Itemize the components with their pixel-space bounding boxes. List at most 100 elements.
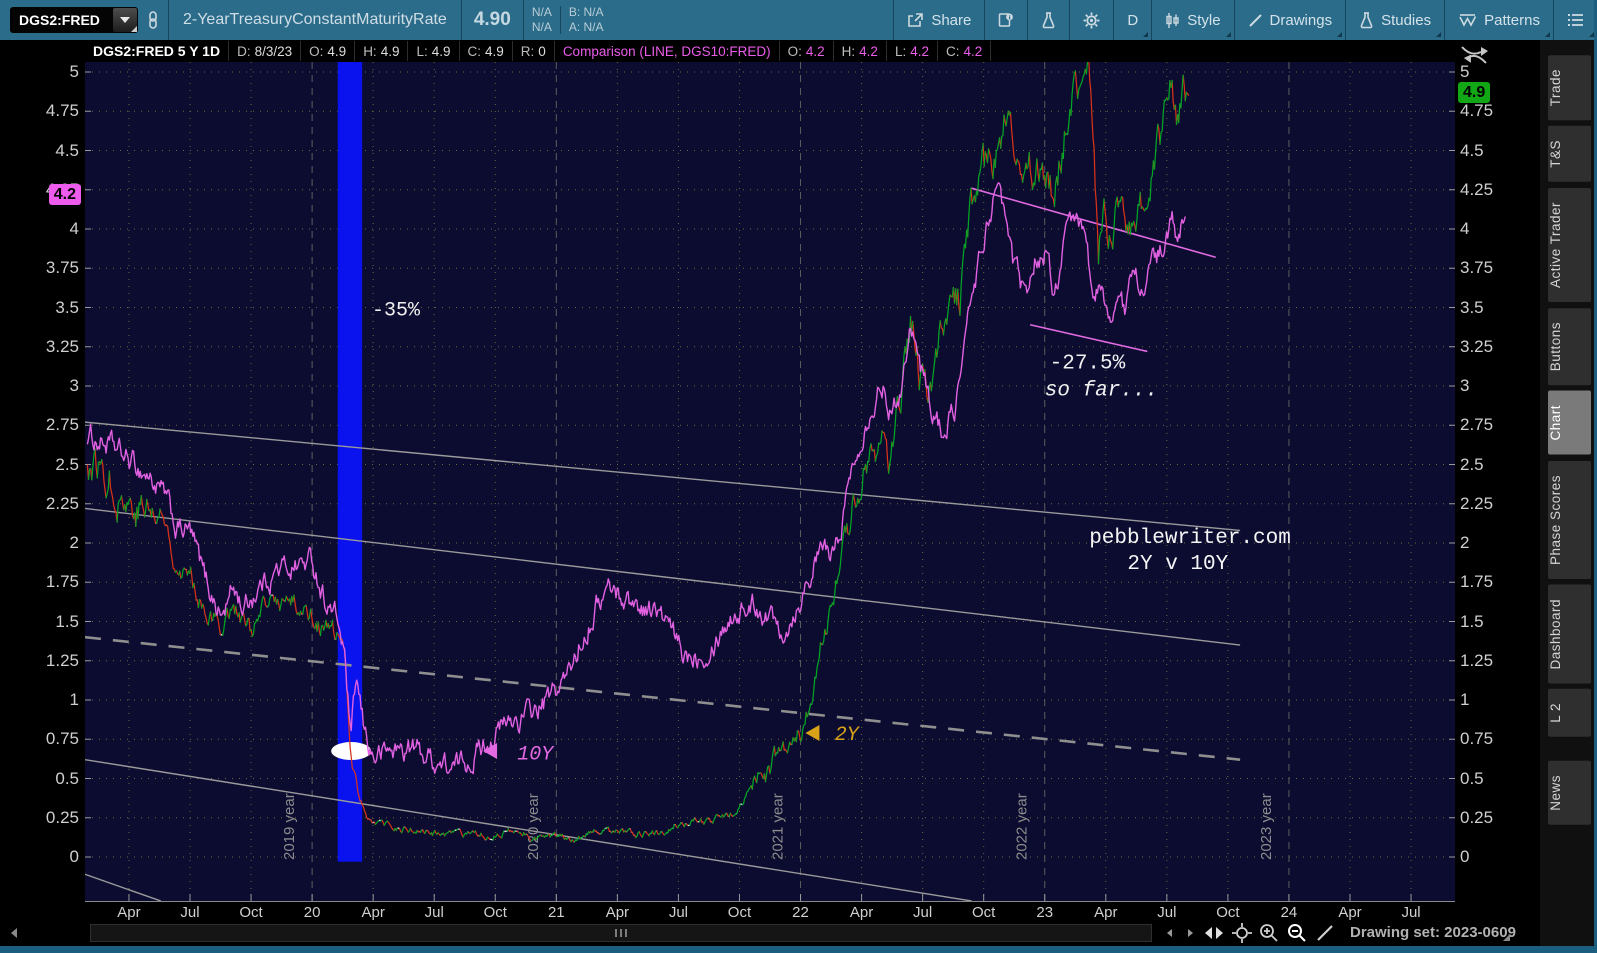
comparison-field: H: 4.2 [833,41,887,61]
sidebar-tab-news[interactable]: News [1548,761,1591,825]
x-axis-label: Jul [913,904,933,921]
y-axis-label: 2.5 [1460,454,1484,474]
notes-button[interactable] [984,0,1027,40]
sidebar-tab-chart[interactable]: Chart [1548,391,1591,455]
y-axis-label: 0.75 [1460,729,1494,749]
x-axis-label: Apr [117,904,141,921]
time-scrollbar[interactable] [90,924,1152,942]
sidebar-tab-l-2[interactable]: L 2 [1548,689,1591,738]
symbol-corner-grip-icon [131,26,137,32]
x-axis-label: Oct [1216,904,1240,921]
comparison-field: O: 4.2 [779,41,834,61]
y-axis-label: 4.25 [1460,179,1494,199]
crosshair-zoom-icon[interactable] [1230,922,1254,944]
annotation-text: -27.5% [1050,353,1126,376]
y-axis-label: 3.5 [55,297,79,317]
patterns-button[interactable]: Patterns [1444,0,1553,40]
y-axis-label: 1.5 [55,611,79,631]
settings-button[interactable] [1069,0,1113,40]
share-icon [907,12,924,28]
chevron-down-icon [120,17,130,23]
x-axis-label: Oct [727,904,752,921]
corner-caret-icon [1143,32,1149,37]
comparison-study-label[interactable]: Comparison (LINE, DGS10:FRED) [554,41,780,61]
drawing-set-label[interactable]: Drawing set: 2023-0609 [1350,924,1516,941]
x-axis-label: 21 [547,904,565,921]
chart-menu-button[interactable] [1553,0,1597,40]
ohlc-field: R: 0 [512,41,555,61]
x-axis-label: Apr [1338,904,1362,921]
chart-bottom-toolbar: Drawing set: 2023-0609 [0,920,1540,946]
drawings-button[interactable]: Drawings [1233,0,1346,40]
ohlc-field: O: 4.9 [301,41,356,61]
sidebar-tab-trade[interactable]: Trade [1548,55,1591,121]
top-toolbar: DGS2:FRED 2-YearTreasuryConstantMaturity… [0,0,1597,40]
annotation-text: so far... [1045,379,1158,402]
x-axis-label: Apr [849,904,874,921]
y-axis-label: 2 [1460,533,1470,552]
sidebar-tab-phase-scores[interactable]: Phase Scores [1548,460,1591,579]
ohlc-field: C: 4.9 [459,41,513,61]
sidebar-tab-t-s[interactable]: T&S [1548,126,1591,183]
pattern-w-icon [1458,12,1477,28]
price-chart-canvas[interactable]: 2019 year 2020 year 2021 year 2022 year 2023… [85,62,1455,901]
y-axis-label: 3.25 [45,336,79,356]
svg-text:2023 year: 2023 year [1258,793,1275,860]
svg-text:2019 year: 2019 year [281,793,298,860]
corner-caret-icon [1436,32,1442,37]
x-axis-label: Jul [424,904,444,921]
analysis-flask-button[interactable] [1027,0,1069,40]
toolbar-right-buttons: Share D Style Drawings Studies Patterns [893,0,1597,40]
symbol-text: DGS2:FRED [19,12,100,28]
y-axis-label: 1.5 [1460,611,1484,631]
right-gadget-tabs: Trade T&S Active Trader Buttons Chart Phase S… [1540,40,1594,946]
y-axis-label: 1.75 [1460,572,1494,592]
scroll-left-icon[interactable] [2,922,26,944]
x-axis-label: 20 [303,904,321,921]
last-price: 4.90 [473,9,511,30]
price-badge-right: 4.9 [1458,82,1491,104]
y-axis-label: 1.75 [45,572,79,592]
left-price-axis[interactable]: 54.754.54.2543.753.53.2532.752.52.2521.7… [0,62,83,901]
style-button[interactable]: Style [1151,0,1233,40]
quote-na-2: N/A [531,20,552,34]
zoom-in-icon[interactable] [1257,922,1281,944]
drawing-set-caret-icon [1503,934,1510,941]
y-axis-label: 3.25 [1460,336,1494,356]
x-axis-label: Jul [1401,904,1421,921]
y-axis-label: 0.25 [1460,807,1494,827]
x-axis-label: Apr [605,904,630,921]
y-axis-label: 3.5 [1460,297,1484,317]
svg-text:2020 year: 2020 year [525,793,542,860]
link-chain-icon[interactable] [138,0,168,40]
sidebar-tab-active-trader[interactable]: Active Trader [1548,188,1591,303]
svg-text:2021 year: 2021 year [769,793,786,860]
corner-caret-icon [1545,32,1550,37]
step-right-icon[interactable] [1178,922,1202,944]
y-axis-label: 4.75 [1460,101,1494,121]
y-axis-label: 1.25 [45,650,79,670]
y-axis-label: 1 [1460,690,1470,709]
x-axis-label: Apr [1094,904,1118,921]
sidebar-tab-dashboard[interactable]: Dashboard [1548,584,1591,684]
timeframe-button[interactable]: D [1113,0,1151,40]
y-axis-label: 2.25 [1460,493,1494,513]
x-axis-label: Apr [361,904,385,921]
zoom-out-icon[interactable] [1285,922,1309,944]
window-frame-bottom [0,946,1597,953]
y-axis-label: 0.5 [55,768,79,788]
comparison-field: C: 4.2 [938,41,992,61]
corner-caret-icon [1225,32,1231,37]
time-axis[interactable]: Apr Jul Oct 20 Apr Jul Oct 21 Apr Jul Oct 22 Apr Jul O… [85,901,1455,921]
x-axis-label: Oct [483,904,507,921]
right-price-axis[interactable]: 5 4.75 4.5 4.25 4 3.75 3.5 3.25 3 2.75 2.5 2.25 2 1.7… [1457,62,1539,901]
pan-mode-icon[interactable] [1202,922,1226,944]
symbol-input[interactable]: DGS2:FRED [10,7,138,33]
drawing-tool-icon[interactable] [1313,922,1337,944]
y-axis-label: 0 [1460,847,1470,866]
share-button[interactable]: Share [893,0,984,40]
ohlc-symbol-title[interactable]: DGS2:FRED 5 Y 1D [85,41,230,61]
sidebar-tab-buttons[interactable]: Buttons [1548,308,1591,386]
studies-button[interactable]: Studies [1345,0,1444,40]
auto-fit-axes-icon[interactable] [1459,43,1491,67]
